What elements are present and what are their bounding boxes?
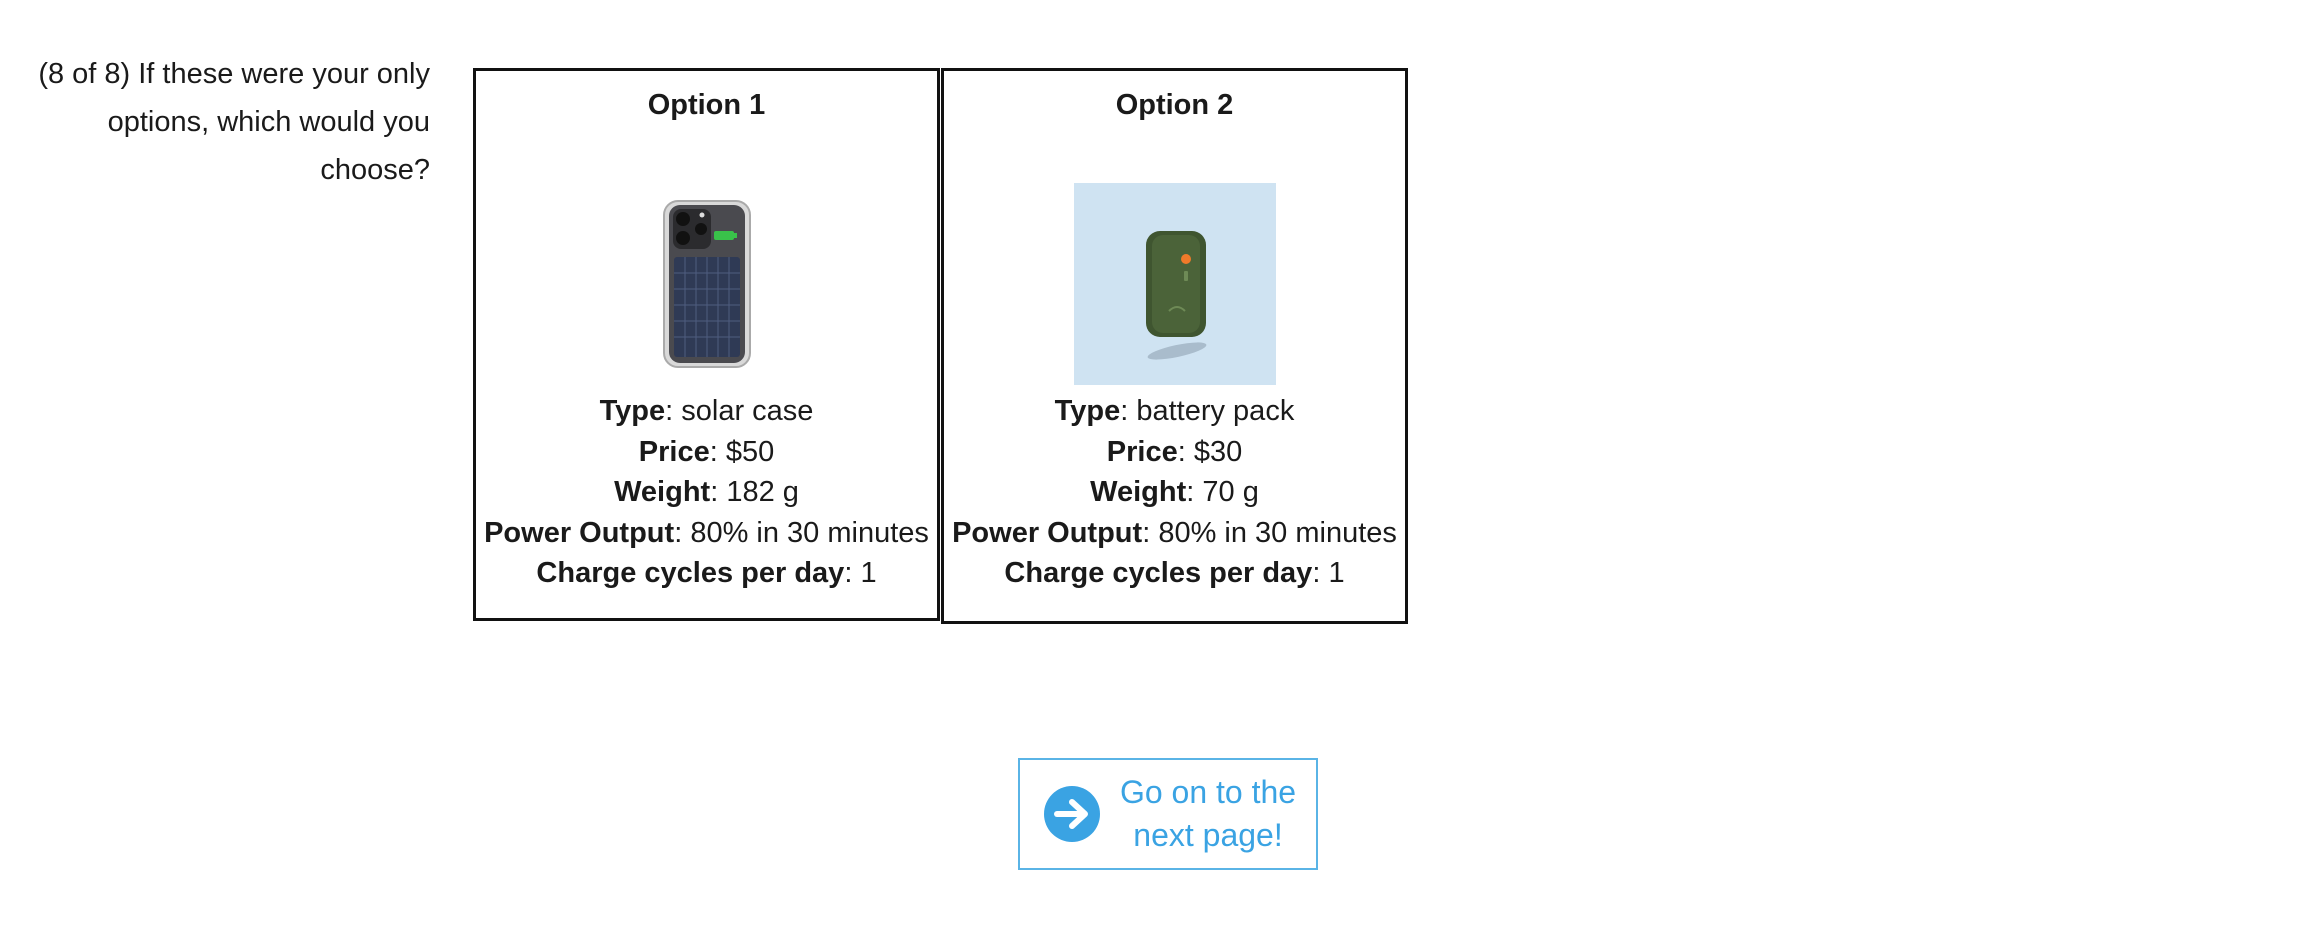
- next-label-line2: next page!: [1133, 817, 1283, 853]
- option-1-card[interactable]: Option 1 Type: solar case Price: $50 Wei…: [473, 68, 940, 621]
- attr-power-output: Power Output: 80% in 30 minutes: [484, 516, 929, 549]
- attr-value: battery pack: [1136, 395, 1295, 427]
- attr-label: Power Output: [952, 516, 1143, 549]
- attr-value: 80% in 30 minutes: [690, 516, 929, 549]
- option-attributes: Type: battery pack Price: $30 Weight: 70…: [944, 391, 1405, 594]
- next-page-button[interactable]: Go on to the next page!: [1018, 758, 1318, 870]
- attr-label: Type: [1054, 395, 1121, 427]
- attr-value: 70 g: [1202, 476, 1259, 508]
- attr-charge-cycles: Charge cycles per day: 1: [1004, 557, 1345, 589]
- attr-weight: Weight: 70 g: [1090, 476, 1259, 508]
- attr-label: Charge cycles per day: [1004, 557, 1313, 589]
- attr-label: Weight: [1090, 476, 1187, 508]
- solar-case-phone-image: [606, 183, 808, 385]
- attr-label: Type: [599, 395, 666, 427]
- attr-type: Type: solar case: [599, 395, 814, 427]
- option-attributes: Type: solar case Price: $50 Weight: 182 …: [476, 391, 937, 594]
- attr-value: solar case: [681, 395, 814, 427]
- attr-label: Power Output: [484, 516, 675, 549]
- attr-power-output: Power Output: 80% in 30 minutes: [952, 516, 1397, 549]
- battery-pack-image: [1073, 183, 1276, 385]
- attr-weight: Weight: 182 g: [614, 476, 799, 508]
- option-title: Option 2: [1115, 89, 1234, 121]
- attr-price: Price: $30: [1106, 435, 1243, 468]
- attr-price: Price: $50: [638, 435, 775, 468]
- attr-value: $50: [725, 435, 775, 468]
- option-2-card[interactable]: Option 2 Type: battery pack Price: $30 W…: [941, 68, 1408, 624]
- option-title: Option 1: [647, 89, 766, 121]
- attr-type: Type: battery pack: [1054, 395, 1295, 427]
- attr-value: 1: [1328, 557, 1345, 589]
- attr-value: 1: [860, 557, 877, 589]
- question-prompt: (8 of 8) If these were your only options…: [38, 58, 430, 186]
- next-label-line1: Go on to the: [1119, 774, 1297, 810]
- next-page-label: Go on to the next page!: [1113, 771, 1303, 857]
- attr-value: $30: [1193, 435, 1243, 468]
- attr-value: 80% in 30 minutes: [1158, 516, 1397, 549]
- attr-label: Weight: [614, 476, 711, 508]
- attr-charge-cycles: Charge cycles per day: 1: [536, 557, 877, 589]
- options-table: Option 1 Type: solar case Price: $50 Wei…: [473, 68, 1408, 624]
- attr-value: 182 g: [726, 476, 799, 508]
- attr-label: Price: [638, 435, 710, 468]
- attr-label: Charge cycles per day: [536, 557, 845, 589]
- arrow-right-circle-icon: [1044, 786, 1100, 842]
- attr-label: Price: [1106, 435, 1178, 468]
